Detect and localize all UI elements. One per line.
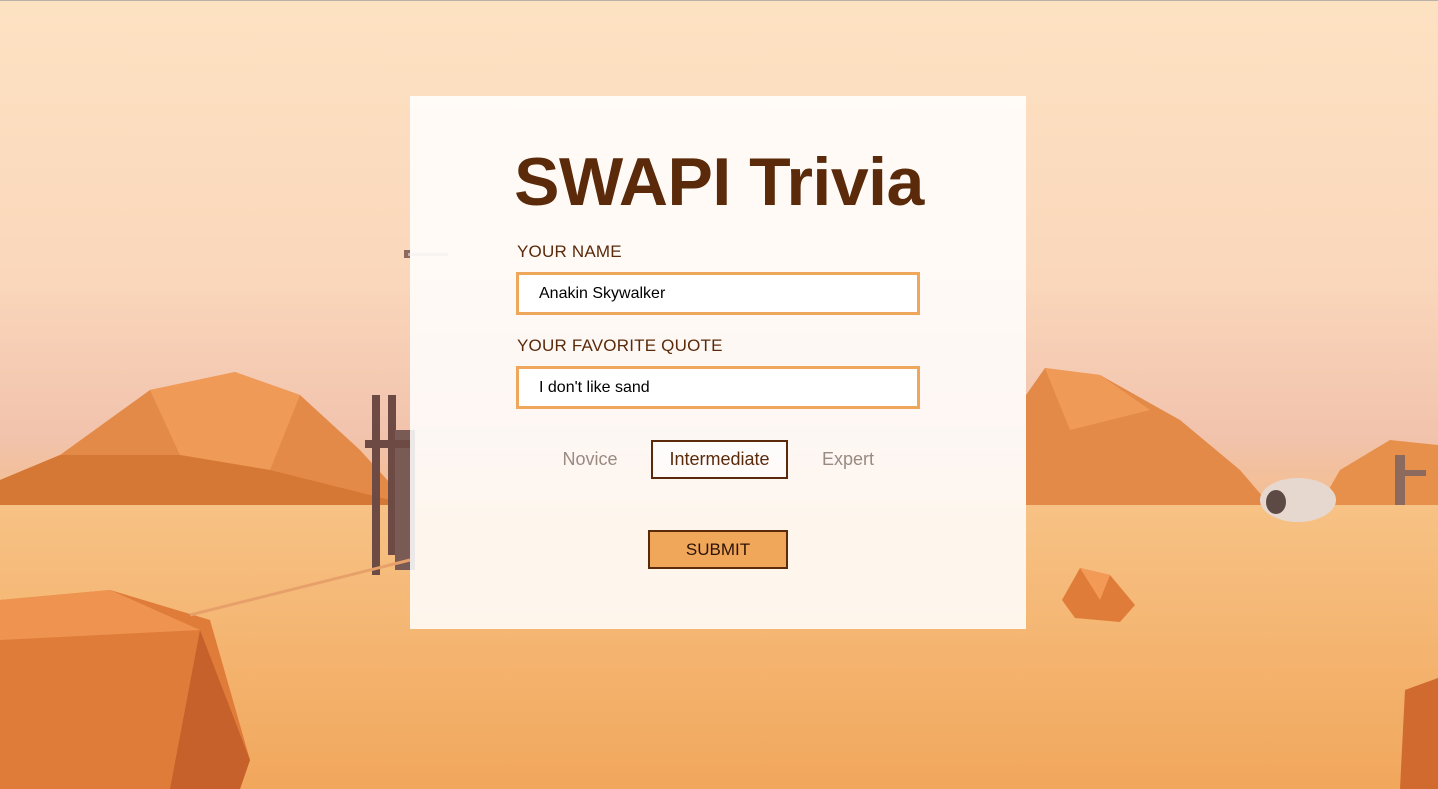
difficulty-novice-button[interactable]: Novice <box>550 440 630 479</box>
submit-button[interactable]: SUBMIT <box>648 530 788 569</box>
quote-label: YOUR FAVORITE QUOTE <box>517 336 723 355</box>
difficulty-expert-button[interactable]: Expert <box>808 440 888 479</box>
name-label: YOUR NAME <box>517 242 622 261</box>
top-border <box>0 0 1438 1</box>
page-title: SWAPI Trivia <box>514 144 924 220</box>
difficulty-intermediate-button[interactable]: Intermediate <box>651 440 788 479</box>
name-input[interactable] <box>516 272 920 315</box>
quote-input[interactable] <box>516 366 920 409</box>
